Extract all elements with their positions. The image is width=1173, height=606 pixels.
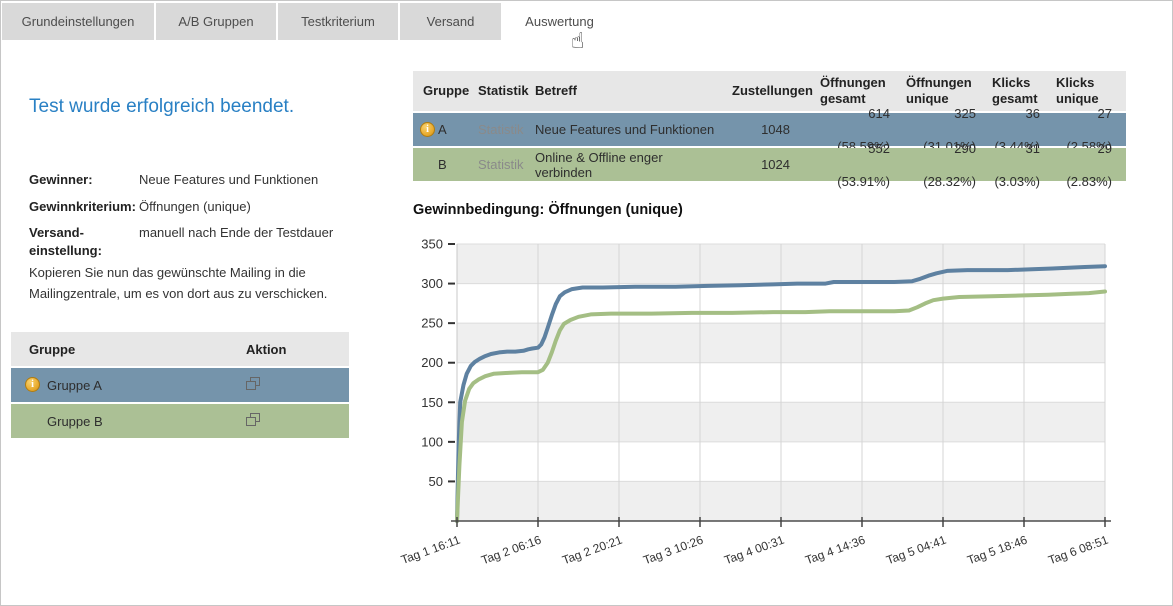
summary-row: Gewinnkriterium:Öffnungen (unique) <box>29 198 364 216</box>
stats-cell-zustellungen: 1048 <box>722 113 810 146</box>
y-tick-label: 350 <box>421 237 443 252</box>
x-tick-label: Tag 2 06:16 <box>479 533 543 568</box>
group-name: Gruppe B <box>11 414 236 429</box>
y-tick-label: 100 <box>421 434 443 449</box>
winner-info-icon: i <box>420 122 435 137</box>
instruction-note: Kopieren Sie nun das gewünschte Mailing … <box>29 263 359 305</box>
chart-title: Gewinnbedingung: Öffnungen (unique) <box>413 202 683 218</box>
x-tick-label: Tag 5 18:46 <box>965 533 1029 568</box>
y-tick-label: 200 <box>421 355 443 370</box>
group-row-gruppe-b[interactable]: Gruppe B <box>11 404 349 438</box>
summary-row: Gewinner:Neue Features und Funktionen <box>29 171 364 189</box>
stats-cell-oeffnungen_unique: 290 (28.32%) <box>896 132 982 198</box>
summary-label: Gewinner: <box>29 171 139 189</box>
stats-col-statistik: Statistik <box>468 71 525 111</box>
summary-row: Versand-einstellung:manuell nach Ende de… <box>29 224 364 259</box>
stats-cell-zustellungen: 1024 <box>722 148 810 181</box>
stats-cell-klicks_gesamt: 31 (3.03%) <box>982 132 1046 198</box>
x-tick-label: Tag 6 08:51 <box>1046 533 1110 568</box>
tab-testkriterium[interactable]: Testkriterium <box>278 3 398 40</box>
group-action-cell <box>236 413 349 429</box>
summary-label: Gewinnkriterium: <box>29 198 139 216</box>
stats-col-zustellungen: Zustellungen <box>722 71 810 111</box>
groups-col-gruppe: Gruppe <box>11 342 236 357</box>
tab-versand[interactable]: Versand <box>400 3 501 40</box>
y-tick-label: 50 <box>429 474 443 489</box>
group-name: Gruppe A <box>11 378 236 393</box>
stats-cell-betreff: Online & Offline enger verbinden <box>525 150 722 180</box>
winner-info-icon: i <box>25 377 40 392</box>
line-chart: 50 100 150 200 250 300 350 Tag 1 16:11 Tag 2 06:… <box>399 229 1149 589</box>
tab-a-b-gruppen[interactable]: A/B Gruppen <box>156 3 276 40</box>
summary-label: Versand-einstellung: <box>29 224 139 259</box>
statistik-link[interactable]: Statistik <box>468 122 525 137</box>
x-tick-label: Tag 2 20:21 <box>560 533 624 568</box>
group-row-gruppe-a[interactable]: iGruppe A <box>11 368 349 402</box>
summary-list: Gewinner:Neue Features und FunktionenGew… <box>29 171 364 268</box>
copy-icon[interactable] <box>246 413 260 426</box>
copy-icon[interactable] <box>246 377 260 390</box>
x-tick-label: Tag 4 00:31 <box>722 533 786 568</box>
tab-bar: GrundeinstellungenA/B GruppenTestkriteri… <box>2 3 616 40</box>
summary-value: Neue Features und Funktionen <box>139 171 318 189</box>
tab-grundeinstellungen[interactable]: Grundeinstellungen <box>2 3 154 40</box>
statistik-link[interactable]: Statistik <box>468 157 525 172</box>
x-tick-label: Tag 1 16:11 <box>399 533 462 567</box>
status-message: Test wurde erfolgreich beendet. <box>29 96 294 118</box>
group-action-cell <box>236 377 349 393</box>
ab-test-window: GrundeinstellungenA/B GruppenTestkriteri… <box>0 0 1173 606</box>
stats-row-b[interactable]: BStatistikOnline & Offline enger verbind… <box>413 148 1126 181</box>
stats-cell-oeffnungen_gesamt: 552 (53.91%) <box>810 132 896 198</box>
tab-auswertung[interactable]: Auswertung <box>503 3 616 40</box>
groups-table: GruppeAktioniGruppe AGruppe B <box>11 332 349 438</box>
y-tick-label: 300 <box>421 276 443 291</box>
x-tick-label: Tag 4 14:36 <box>803 533 867 568</box>
summary-value: manuell nach Ende der Testdauer <box>139 224 333 259</box>
x-tick-label: Tag 5 04:41 <box>884 533 948 568</box>
y-tick-label: 150 <box>421 395 443 410</box>
x-tick-label: Tag 3 10:26 <box>641 533 705 568</box>
stats-cell-betreff: Neue Features und Funktionen <box>525 122 722 137</box>
stats-cell-klicks_unique: 29 (2.83%) <box>1046 132 1126 198</box>
groups-table-header: GruppeAktion <box>11 332 349 366</box>
stats-col-betreff: Betreff <box>525 71 722 111</box>
summary-value: Öffnungen (unique) <box>139 198 251 216</box>
stats-table: GruppeStatistikBetreffZustellungenÖffnun… <box>413 71 1126 181</box>
stats-col-gruppe: Gruppe <box>413 71 468 111</box>
y-tick-label: 250 <box>421 316 443 331</box>
groups-col-aktion: Aktion <box>236 342 349 357</box>
stats-cell-group: B <box>413 157 468 172</box>
